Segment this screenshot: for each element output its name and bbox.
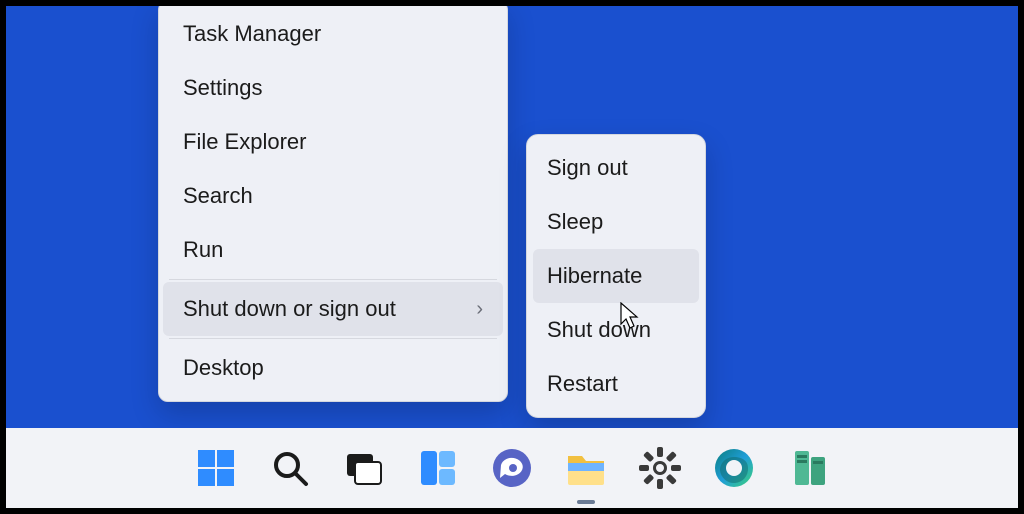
taskbar-task-view-button[interactable] [341,445,387,491]
submenu-item-shut-down[interactable]: Shut down [533,303,699,357]
task-view-icon [344,448,384,488]
menu-item-settings[interactable]: Settings [163,61,503,115]
menu-item-label: Shut down or sign out [183,296,396,322]
menu-item-task-manager[interactable]: Task Manager [163,7,503,61]
taskbar [6,428,1018,508]
chat-icon [491,447,533,489]
menu-item-shutdown-signout[interactable]: Shut down or sign out › [163,282,503,336]
chevron-right-icon: › [476,298,483,321]
submenu-item-label: Sleep [547,209,603,234]
taskbar-widgets-button[interactable] [415,445,461,491]
taskbar-server-manager-button[interactable] [785,445,831,491]
taskbar-chat-button[interactable] [489,445,535,491]
search-icon [270,448,310,488]
menu-item-search[interactable]: Search [163,169,503,223]
menu-item-desktop[interactable]: Desktop [163,341,503,395]
submenu-item-label: Hibernate [547,263,642,288]
file-explorer-icon [565,447,607,489]
widgets-icon [418,448,458,488]
menu-item-label: Desktop [183,355,264,381]
edge-icon [713,447,755,489]
server-manager-icon [787,447,829,489]
menu-item-file-explorer[interactable]: File Explorer [163,115,503,169]
taskbar-search-button[interactable] [267,445,313,491]
power-submenu: Sign out Sleep Hibernate Shut down Resta… [526,134,706,418]
menu-item-label: Settings [183,75,263,101]
menu-item-label: Search [183,183,253,209]
taskbar-settings-button[interactable] [637,445,683,491]
submenu-item-label: Sign out [547,155,628,180]
menu-separator [169,338,497,339]
menu-item-run[interactable]: Run [163,223,503,277]
taskbar-active-indicator [577,500,595,504]
gear-icon [639,447,681,489]
screenshot-frame: Task Manager Settings File Explorer Sear… [4,4,1020,510]
submenu-item-restart[interactable]: Restart [533,357,699,411]
start-button[interactable] [193,445,239,491]
submenu-item-sleep[interactable]: Sleep [533,195,699,249]
submenu-item-label: Restart [547,371,618,396]
windows-logo-icon [196,448,236,488]
submenu-item-label: Shut down [547,317,651,342]
menu-separator [169,279,497,280]
menu-item-label: File Explorer [183,129,306,155]
menu-item-label: Run [183,237,223,263]
submenu-item-sign-out[interactable]: Sign out [533,141,699,195]
submenu-item-hibernate[interactable]: Hibernate [533,249,699,303]
taskbar-edge-button[interactable] [711,445,757,491]
menu-item-label: Task Manager [183,21,321,47]
taskbar-file-explorer-button[interactable] [563,445,609,491]
winx-context-menu: Task Manager Settings File Explorer Sear… [158,4,508,402]
